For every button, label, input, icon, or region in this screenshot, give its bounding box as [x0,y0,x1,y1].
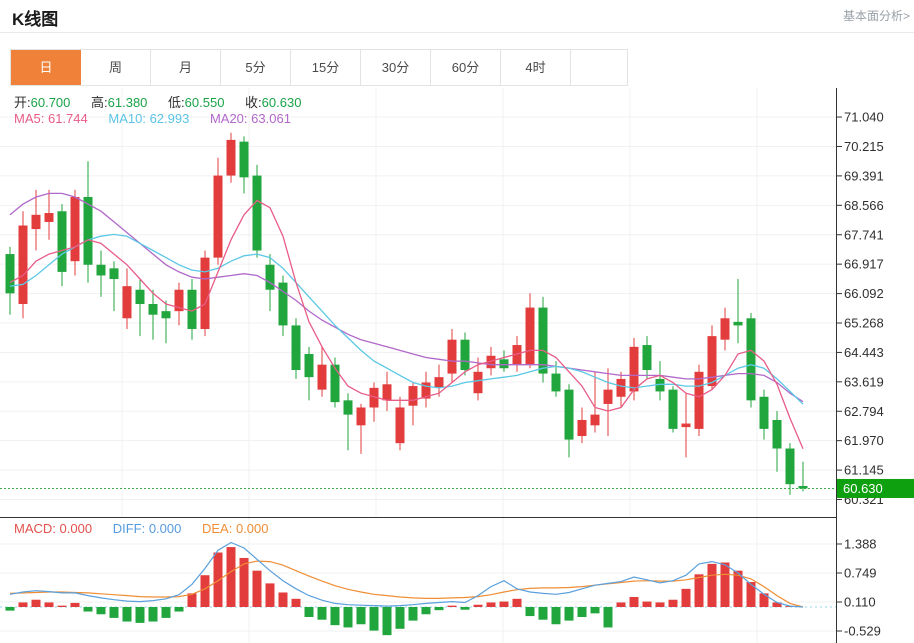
macd-label: MACD: [14,521,56,536]
svg-text:0.749: 0.749 [844,565,877,580]
svg-text:-0.529: -0.529 [844,624,881,639]
ma-lines [10,193,803,448]
svg-text:68.566: 68.566 [844,198,884,213]
close-value: 60.630 [262,95,302,110]
diff-label: DIFF: [113,521,146,536]
svg-text:0.110: 0.110 [844,595,876,610]
tab-week[interactable]: 周 [81,50,151,85]
svg-text:64.443: 64.443 [844,345,884,360]
svg-text:66.917: 66.917 [844,257,884,272]
macd-legend: MACD: 0.000 DIFF: 0.000 DEA: 0.000 [14,521,286,536]
period-tabbar: 日 周 月 5分 15分 30分 60分 4时 [10,49,628,86]
low-value: 60.550 [185,95,225,110]
tab-4hour[interactable]: 4时 [501,50,571,85]
current-price-tag: 60.630 [837,479,914,498]
kline-page: K线图 基本面分析> 日 周 月 5分 15分 30分 60分 4时 71.04… [0,0,914,643]
svg-text:70.215: 70.215 [844,139,884,154]
svg-text:63.619: 63.619 [844,374,884,389]
open-value: 60.700 [31,95,71,110]
svg-text:60.630: 60.630 [843,481,883,496]
low-label: 低: [168,95,185,110]
dea-value: 0.000 [236,521,269,536]
ma-legend: MA5: 61.744 MA10: 62.993 MA20: 63.061 [14,111,308,126]
tab-60min[interactable]: 60分 [431,50,501,85]
tab-day[interactable]: 日 [11,50,81,85]
tab-month[interactable]: 月 [151,50,221,85]
svg-text:61.970: 61.970 [844,433,884,448]
dea-label: DEA: [202,521,232,536]
ma20-label: MA20: [210,111,248,126]
close-label: 收: [245,95,262,110]
ma10-label: MA10: [108,111,146,126]
svg-text:65.268: 65.268 [844,315,884,330]
tabbar-filler [571,50,627,85]
high-value: 61.380 [108,95,148,110]
high-label: 高: [91,95,108,110]
ma10-value: 62.993 [150,111,190,126]
svg-text:66.092: 66.092 [844,286,884,301]
svg-text:67.741: 67.741 [844,227,884,242]
tab-30min[interactable]: 30分 [361,50,431,85]
ma20-value: 63.061 [251,111,291,126]
svg-text:69.391: 69.391 [844,168,884,183]
tab-15min[interactable]: 15分 [291,50,361,85]
svg-text:1.388: 1.388 [844,536,877,551]
svg-text:62.794: 62.794 [844,404,884,419]
macd-value: 0.000 [60,521,93,536]
ma5-value: 61.744 [48,111,88,126]
ohlc-legend: 开:60.700 高:61.380 低:60.550 收:60.630 [14,92,318,111]
tab-5min[interactable]: 5分 [221,50,291,85]
macd-layer [0,543,836,636]
ma5-label: MA5: [14,111,44,126]
open-label: 开: [14,95,31,110]
diff-value: 0.000 [149,521,182,536]
svg-text:61.145: 61.145 [844,463,884,478]
svg-text:71.040: 71.040 [844,110,884,125]
